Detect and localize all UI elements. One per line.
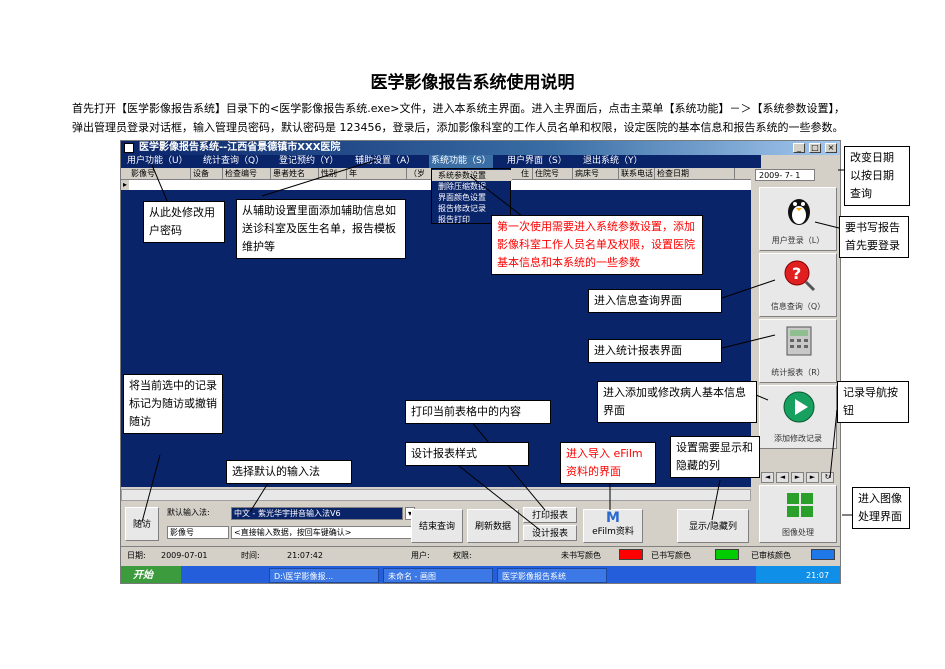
callout-login: 要书写报告首先要登录 [839,216,909,258]
callout-input: 选择默认的输入法 [226,460,352,484]
callout-followup: 将当前选中的记录标记为随访或撤销随访 [123,374,223,434]
callout-first-use: 第一次使用需要进入系统参数设置，添加影像科室工作人员名单及权限，设置医院基本信息… [491,215,703,275]
callout-show-hide: 设置需要显示和隐藏的列 [670,436,760,478]
callout-password: 从此处修改用户密码 [143,201,225,243]
callout-assist: 从辅助设置里面添加辅助信息如送诊科室及医生名单，报告模板维护等 [236,199,406,259]
callout-report: 进入统计报表界面 [588,339,722,363]
callout-image: 进入图像处理界面 [852,487,910,529]
callout-print: 打印当前表格中的内容 [405,400,551,424]
callout-date: 改变日期以按日期查询 [844,146,910,206]
callout-arrows [141,159,852,531]
callout-query: 进入信息查询界面 [588,289,722,313]
callout-nav: 记录导航按钮 [837,381,909,423]
callout-design: 设计报表样式 [405,442,529,466]
callout-efilm: 进入导入 eFilm资料的界面 [560,442,656,484]
callout-add: 进入添加或修改病人基本信息界面 [597,381,757,423]
